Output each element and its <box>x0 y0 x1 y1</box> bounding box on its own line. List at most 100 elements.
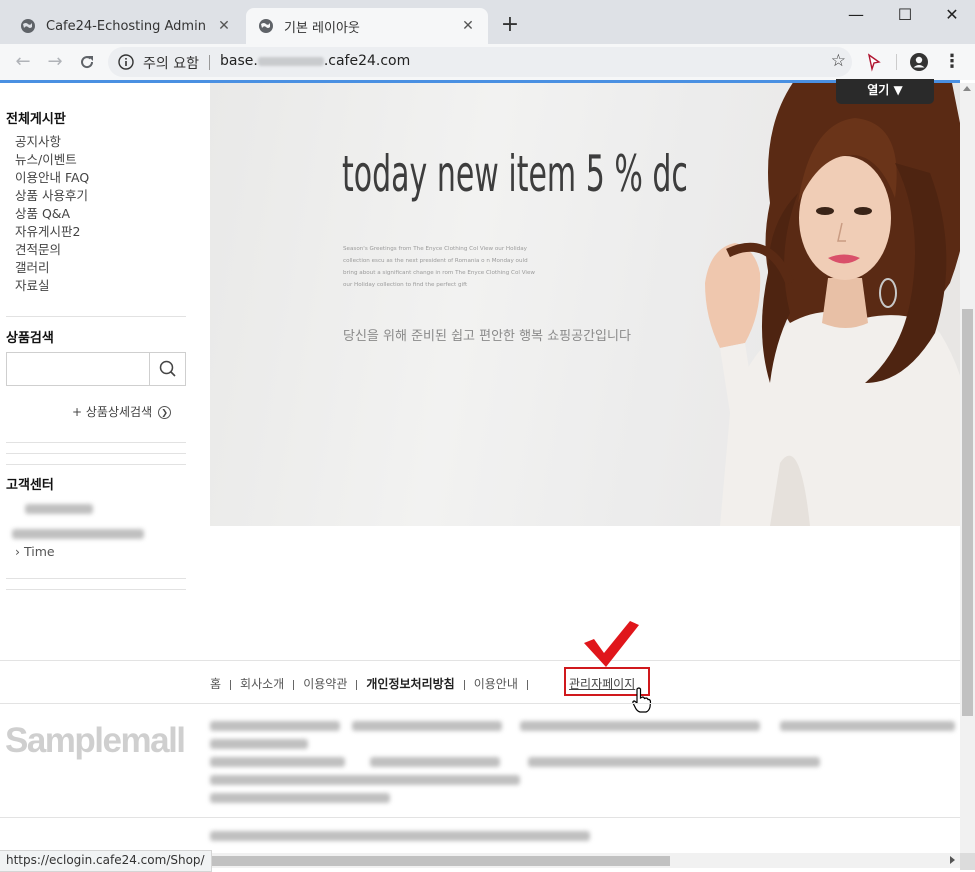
board-link[interactable]: 상품 사용후기 <box>15 187 89 205</box>
tab-strip: Cafe24-Echosting Admin ✕ 기본 레이아웃 ✕ + — ☐… <box>0 0 975 44</box>
product-search-input[interactable] <box>7 353 149 385</box>
banner-subtitle: 당신을 위해 준비된 쉽고 편안한 행복 쇼핑공간입니다 <box>343 329 631 344</box>
board-list: 공지사항 뉴스/이벤트 이용안내 FAQ 상품 사용후기 상품 Q&A 자유게시… <box>15 133 89 295</box>
arrow-right-circle-icon: ❯ <box>158 406 172 419</box>
board-link[interactable]: 자료실 <box>15 277 89 295</box>
close-window-button[interactable]: ✕ <box>937 5 967 27</box>
scroll-corner <box>960 853 975 870</box>
info-icon[interactable] <box>118 54 134 70</box>
tab-close-icon[interactable]: ✕ <box>216 18 232 34</box>
masked-company-info <box>210 739 308 749</box>
samplemall-logo: Samplemall <box>5 721 186 760</box>
tab-title: 기본 레이아웃 <box>284 20 360 36</box>
time-info: › Time <box>15 544 55 559</box>
tab-close-icon[interactable]: ✕ <box>460 18 476 34</box>
board-link[interactable]: 견적문의 <box>15 241 89 259</box>
globe-icon <box>21 19 35 33</box>
scroll-up-arrow-icon[interactable] <box>963 86 971 91</box>
footer-link-privacy[interactable]: 개인정보처리방침 <box>366 675 454 692</box>
board-link[interactable]: 상품 Q&A <box>15 205 89 223</box>
scroll-right-arrow-icon[interactable] <box>950 856 955 864</box>
masked-contact-info <box>12 529 144 539</box>
status-bar-url: https://eclogin.cafe24.com/Shop/ <box>0 850 212 872</box>
divider <box>896 54 897 70</box>
footer-link-admin-page[interactable]: 관리자페이지 <box>569 675 635 692</box>
address-bar[interactable]: 주의 요함 base. .cafe24.com ☆ <box>108 47 852 77</box>
browser-menu-button[interactable]: ⋮ <box>940 50 964 74</box>
board-link[interactable]: 이용안내 FAQ <box>15 169 89 187</box>
extension-cursor-icon[interactable] <box>864 52 884 72</box>
tab-title: Cafe24-Echosting Admin <box>46 18 206 34</box>
new-tab-button[interactable]: + <box>498 14 522 38</box>
footer-divider <box>0 817 960 818</box>
divider <box>6 589 186 590</box>
footer-divider <box>0 703 960 704</box>
masked-company-info <box>210 793 390 803</box>
masked-url-part <box>257 56 324 66</box>
forward-button[interactable]: → <box>43 50 67 74</box>
product-search-box <box>6 352 186 386</box>
globe-icon <box>259 19 273 33</box>
main-banner[interactable]: today new item 5 % dc Season's Greetings… <box>210 83 960 526</box>
board-link[interactable]: 자유게시판2 <box>15 223 89 241</box>
back-button[interactable]: ← <box>11 50 35 74</box>
browser-toolbar: ← → 주의 요함 base. .cafe24.com ☆ ⋮ <box>0 44 975 80</box>
reload-icon <box>81 56 94 69</box>
banner-small-text: Season's Greetings from The Enyce Clothi… <box>343 246 535 288</box>
url-prefix: base. <box>220 53 258 69</box>
board-section-title: 전체게시판 <box>6 112 66 127</box>
masked-company-info <box>370 757 500 767</box>
masked-copyright <box>210 831 590 841</box>
masked-company-info <box>210 721 340 731</box>
horizontal-scroll-thumb[interactable] <box>190 856 670 866</box>
board-link[interactable]: 공지사항 <box>15 133 89 151</box>
footer-link-terms[interactable]: 이용약관 <box>303 675 347 692</box>
maximize-button[interactable]: ☐ <box>890 5 920 27</box>
board-link[interactable]: 갤러리 <box>15 259 89 277</box>
divider <box>6 453 186 454</box>
bookmark-star-icon[interactable]: ☆ <box>831 51 846 71</box>
open-panel-button[interactable]: 열기 ▼ <box>836 79 934 104</box>
hand-pointer-cursor-icon <box>632 687 652 713</box>
masked-company-info <box>210 757 345 767</box>
search-icon <box>159 360 176 377</box>
tab-cafe24-admin[interactable]: Cafe24-Echosting Admin ✕ <box>8 8 244 44</box>
detail-search-label: + 상품상세검색 <box>72 405 153 419</box>
divider <box>293 679 295 690</box>
divider <box>6 316 186 317</box>
masked-company-info <box>520 721 760 731</box>
banner-headline: today new item 5 % dc <box>342 145 688 203</box>
tab-basic-layout[interactable]: 기본 레이아웃 ✕ <box>246 8 488 44</box>
profile-avatar-icon[interactable] <box>909 52 929 72</box>
checkmark-icon <box>584 621 639 667</box>
time-label: Time <box>23 544 55 559</box>
divider <box>209 55 210 70</box>
footer-link-home[interactable]: 홈 <box>210 675 221 692</box>
masked-company-info <box>352 721 502 731</box>
minimize-button[interactable]: — <box>841 5 871 27</box>
masked-company-info <box>780 721 955 731</box>
masked-phone-number <box>25 504 93 514</box>
product-search-title: 상품검색 <box>6 331 54 346</box>
masked-company-info <box>210 775 520 785</box>
board-link[interactable]: 뉴스/이벤트 <box>15 151 89 169</box>
reload-button[interactable] <box>75 50 99 74</box>
horizontal-scrollbar[interactable] <box>190 853 960 868</box>
vertical-scroll-thumb[interactable] <box>962 309 973 716</box>
url-suffix: .cafe24.com <box>323 53 411 69</box>
footer-link-company[interactable]: 회사소개 <box>240 675 284 692</box>
detail-search-link[interactable]: + 상품상세검색 ❯ <box>72 403 172 420</box>
divider <box>356 679 358 690</box>
search-button[interactable] <box>149 353 185 385</box>
customer-center-title: 고객센터 <box>6 478 54 493</box>
masked-company-info <box>528 757 820 767</box>
divider <box>6 442 186 443</box>
footer-link-guide[interactable]: 이용안내 <box>474 675 518 692</box>
web-page: 전체게시판 공지사항 뉴스/이벤트 이용안내 FAQ 상품 사용후기 상품 Q&… <box>0 83 960 853</box>
divider <box>230 679 232 690</box>
url-text[interactable]: base. .cafe24.com <box>220 53 410 69</box>
divider <box>526 679 528 690</box>
vertical-scrollbar[interactable] <box>960 83 975 853</box>
divider <box>463 679 465 690</box>
divider <box>6 578 186 579</box>
